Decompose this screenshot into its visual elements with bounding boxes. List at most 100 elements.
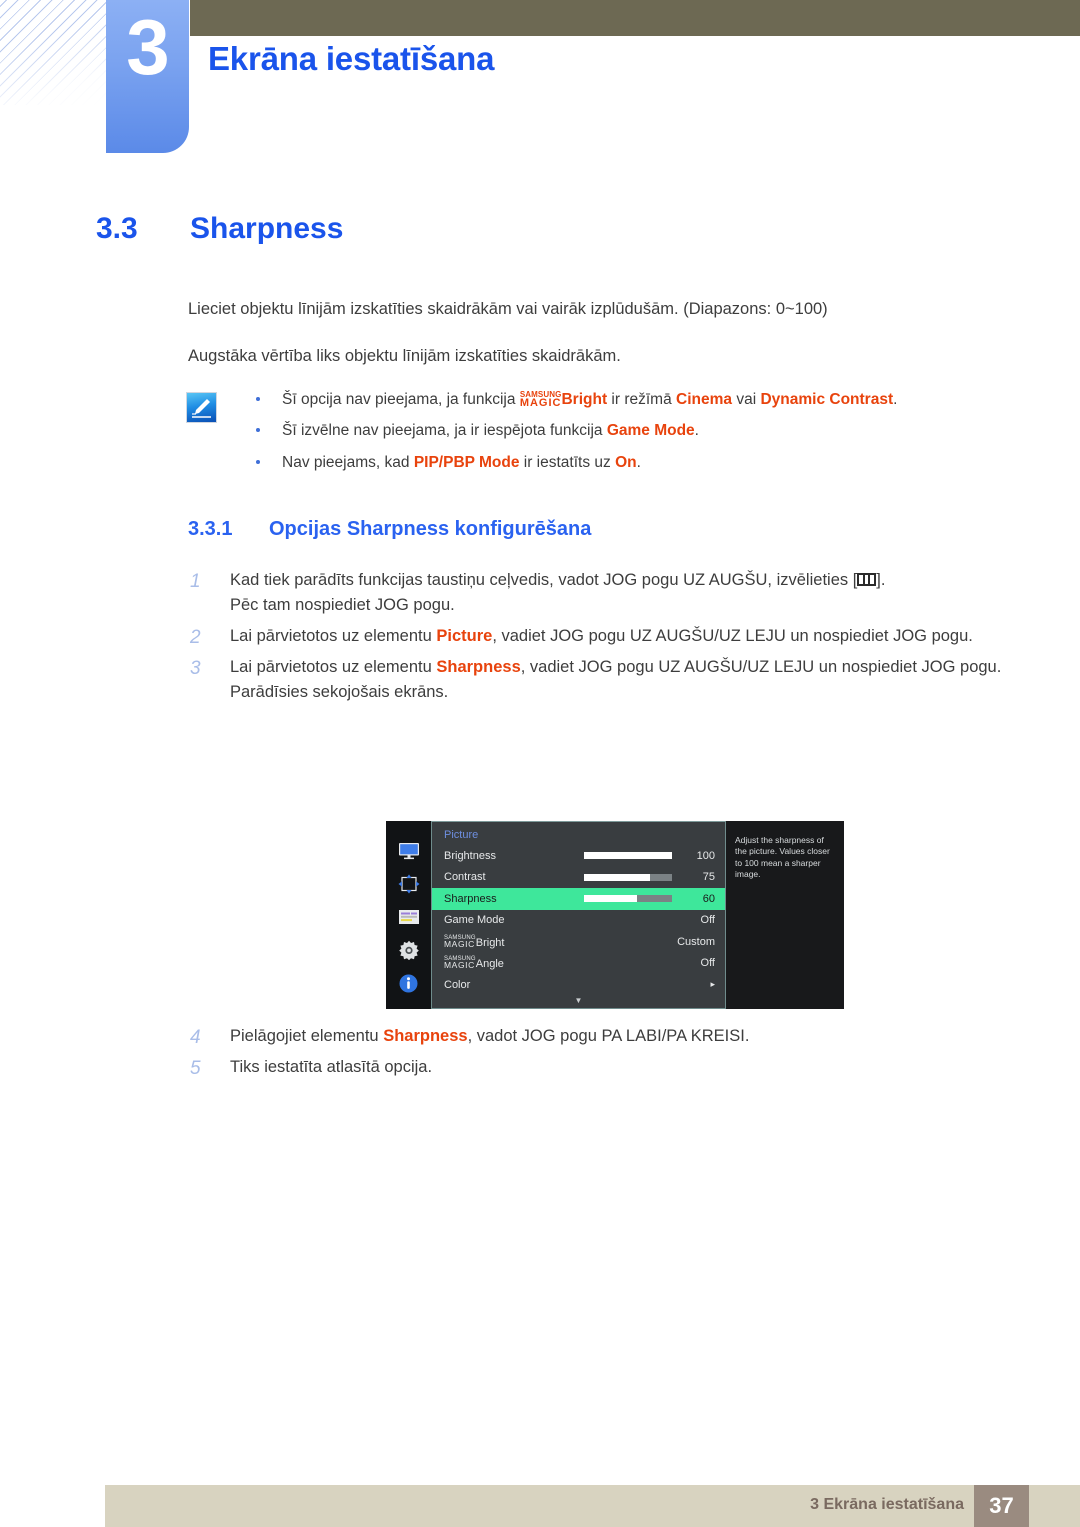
- osd-row-value: 100: [696, 849, 715, 862]
- bullet-marker: [256, 459, 260, 464]
- note-text: Šī opcija nav pieejama, ja funkcija: [282, 391, 520, 408]
- note-text: Šī izvēlne nav pieejama, ja ir iespējota…: [282, 422, 607, 440]
- note-bullet-list: Šī opcija nav pieejama, ja funkcija SAMS…: [246, 388, 986, 482]
- step-number: 5: [190, 1058, 201, 1080]
- osd-row-label: Game Mode: [444, 914, 505, 927]
- step-text: Lai pārvietotos uz elementu Sharpness, v…: [230, 658, 1002, 677]
- chapter-tab: 3: [106, 0, 189, 153]
- page-header: 3 Ekrāna iestatīšana: [0, 0, 1080, 170]
- note-text: vai: [732, 391, 761, 408]
- note-text: .: [893, 391, 898, 408]
- osd-scroll-indicator: ▼: [574, 995, 583, 1005]
- osd-slider[interactable]: [584, 895, 672, 903]
- osd-icon-rail: [386, 821, 431, 1009]
- note-pen-icon: [186, 392, 217, 423]
- intro-paragraph-2: Augstāka vērtība liks objektu līnijām iz…: [188, 347, 621, 365]
- page-footer: 3 Ekrāna iestatīšana 37: [105, 1485, 1080, 1527]
- note-text: .: [636, 453, 641, 471]
- intro-paragraph-1: Lieciet objektu līnijām izskatīties skai…: [188, 300, 828, 318]
- osd-submenu-arrow: ▸: [710, 979, 715, 990]
- step-number: 1: [190, 571, 201, 592]
- bullet-marker: [256, 397, 260, 401]
- highlighted-term: On: [615, 453, 637, 471]
- osd-slider[interactable]: [584, 873, 672, 881]
- section-number: 3.3: [96, 212, 138, 245]
- step-text: Pielāgojiet elementu Sharpness, vadot JO…: [230, 1027, 750, 1045]
- osd-rows-container: Brightness 100 Contrast 75 Sharpness 60 Game M…: [432, 845, 725, 996]
- bullet-marker: [256, 428, 260, 433]
- step-item: 2 Lai pārvietotos uz elementu Picture, va…: [188, 624, 1008, 649]
- chapter-title: Ekrāna iestatīšana: [208, 40, 495, 77]
- osd-row[interactable]: Game Mode Off: [432, 910, 725, 932]
- note-bullet: Nav pieejams, kad PIP/PBP Mode ir iestat…: [246, 451, 986, 474]
- osd-row-label: Sharpness: [444, 892, 497, 905]
- subsection-heading: 3.3.1 Opcijas Sharpness konfigurēšana: [188, 518, 591, 541]
- samsung-magic-mark: SAMSUNG MAGIC: [444, 934, 476, 949]
- highlighted-term: Bright: [561, 391, 608, 408]
- step-text: Kad tiek parādīts funkcijas taustiņu ceļ…: [230, 571, 886, 589]
- pip-arrows-icon: [397, 874, 421, 894]
- osd-row-value: Off: [700, 957, 715, 970]
- samsung-magic-mark: SAMSUNG MAGIC: [444, 956, 476, 971]
- step-number: 3: [190, 658, 201, 680]
- section-title: Sharpness: [190, 212, 344, 245]
- highlighted-term: PIP/PBP Mode: [413, 453, 520, 471]
- step-text: Lai pārvietotos uz elementu Picture, vad…: [230, 627, 973, 646]
- osd-row-label: Color: [444, 978, 471, 991]
- osd-row-value: 75: [702, 871, 715, 884]
- step-item: 1 Kad tiek parādīts funkcijas taustiņu ce…: [188, 568, 1008, 618]
- section-heading: 3.3 Sharpness: [96, 212, 343, 246]
- highlighted-term: Cinema: [676, 391, 733, 408]
- note-text: Nav pieejams, kad: [282, 453, 414, 471]
- osd-row[interactable]: Brightness 100: [432, 845, 725, 867]
- osd-row-label: Brightness: [444, 849, 496, 862]
- highlighted-term: Sharpness: [436, 658, 521, 677]
- step-continuation: Pēc tam nospiediet JOG pogu.: [230, 596, 455, 615]
- highlighted-term: Dynamic Contrast: [760, 391, 894, 408]
- note-text: .: [694, 422, 699, 440]
- footer-chapter-label: 3 Ekrāna iestatīšana: [810, 1496, 964, 1513]
- osd-menu-body: Picture Brightness 100 Contrast 75 Sharpness…: [431, 821, 726, 1009]
- step-number: 4: [190, 1027, 201, 1048]
- osd-row-value: Custom: [677, 935, 715, 948]
- step-text: Tiks iestatīta atlasītā opcija.: [230, 1058, 433, 1077]
- decorative-hatch-fade: [0, 0, 106, 105]
- subsection-number: 3.3.1: [188, 518, 233, 540]
- note-bullet: Šī opcija nav pieejama, ja funkcija SAMS…: [246, 388, 986, 411]
- step-item: 3 Lai pārvietotos uz elementu Sharpness, …: [188, 655, 1008, 705]
- osd-tooltip-panel: Adjust the sharpness of the picture. Val…: [726, 821, 844, 1009]
- osd-menu-screenshot: Picture Brightness 100 Contrast 75 Sharpness…: [386, 821, 844, 1009]
- info-icon: [397, 973, 421, 993]
- osd-row[interactable]: Sharpness 60: [432, 888, 725, 910]
- osd-row-label: SAMSUNG MAGIC Angle: [444, 956, 504, 971]
- gear-icon: [397, 940, 421, 960]
- osd-row[interactable]: Color ▸: [432, 974, 725, 996]
- step-item: 5 Tiks iestatīta atlasītā opcija.: [188, 1055, 1008, 1080]
- samsung-magic-mark: SAMSUNG MAGIC: [519, 390, 562, 409]
- note-text: ir iestatīts uz: [519, 453, 616, 471]
- steps-list-after-image: 4 Pielāgojiet elementu Sharpness, vadot J…: [188, 1024, 1008, 1086]
- subsection-title: Opcijas Sharpness konfigurēšana: [269, 518, 592, 540]
- note-text: ir režīmā: [607, 391, 677, 408]
- osd-row[interactable]: SAMSUNG MAGIC Angle Off: [432, 953, 725, 975]
- step-number: 2: [190, 627, 201, 649]
- highlighted-term: Game Mode: [606, 422, 695, 440]
- steps-list-before-image: 1 Kad tiek parādīts funkcijas taustiņu ce…: [188, 568, 1008, 711]
- osd-menu-title: Picture: [444, 829, 479, 841]
- header-olive-band: [190, 0, 1080, 36]
- onscreen-display-icon: [397, 907, 421, 927]
- note-bullet: Šī izvēlne nav pieejama, ja ir iespējota…: [246, 419, 986, 442]
- highlighted-term: Picture: [436, 627, 493, 646]
- step-item: 4 Pielāgojiet elementu Sharpness, vadot J…: [188, 1024, 1008, 1049]
- highlighted-term: Sharpness: [383, 1027, 468, 1045]
- osd-row-value: 60: [702, 892, 715, 905]
- osd-row[interactable]: Contrast 75: [432, 867, 725, 889]
- osd-row[interactable]: SAMSUNG MAGIC Bright Custom: [432, 931, 725, 953]
- osd-row-label: SAMSUNG MAGIC Bright: [444, 934, 505, 949]
- osd-row-label: Contrast: [444, 871, 486, 884]
- osd-row-value: Off: [700, 914, 715, 927]
- footer-page-number: 37: [974, 1485, 1029, 1527]
- menu-key-icon: [857, 573, 877, 586]
- osd-slider[interactable]: [584, 852, 672, 860]
- step-continuation: Parādīsies sekojošais ekrāns.: [230, 683, 449, 702]
